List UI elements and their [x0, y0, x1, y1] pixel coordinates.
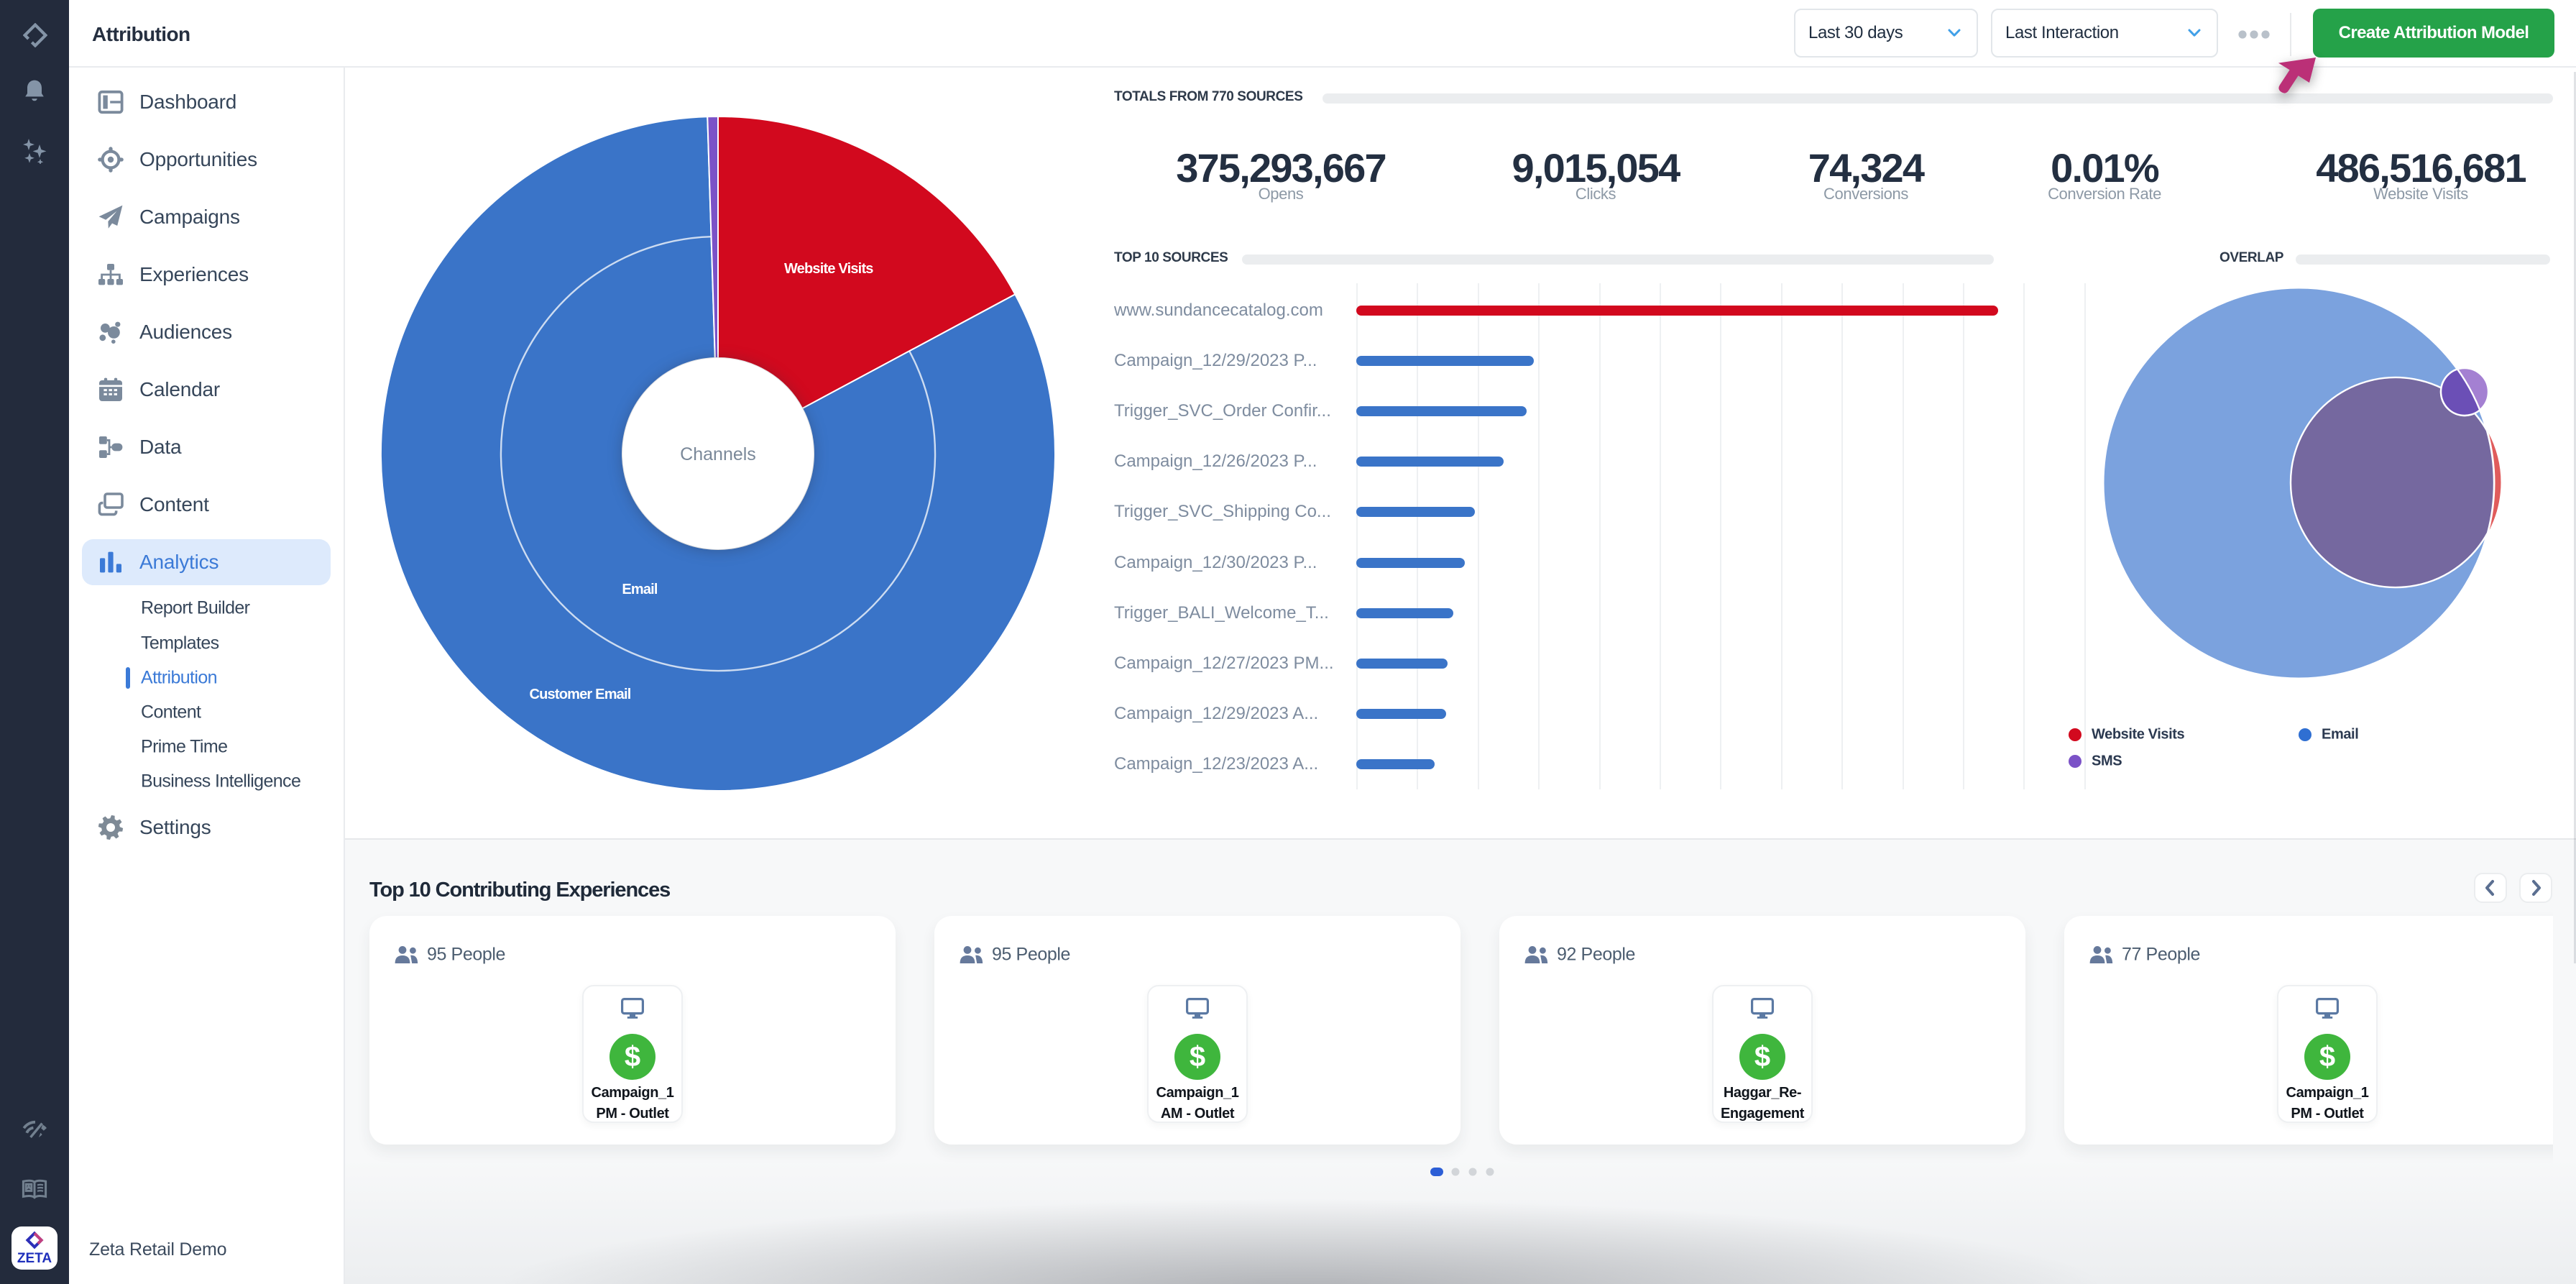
svg-text:Customer Email: Customer Email: [529, 687, 630, 702]
svg-text:Email: Email: [622, 582, 658, 597]
svg-text:Channels: Channels: [680, 444, 756, 464]
svg-text:Website Visits: Website Visits: [784, 261, 873, 277]
